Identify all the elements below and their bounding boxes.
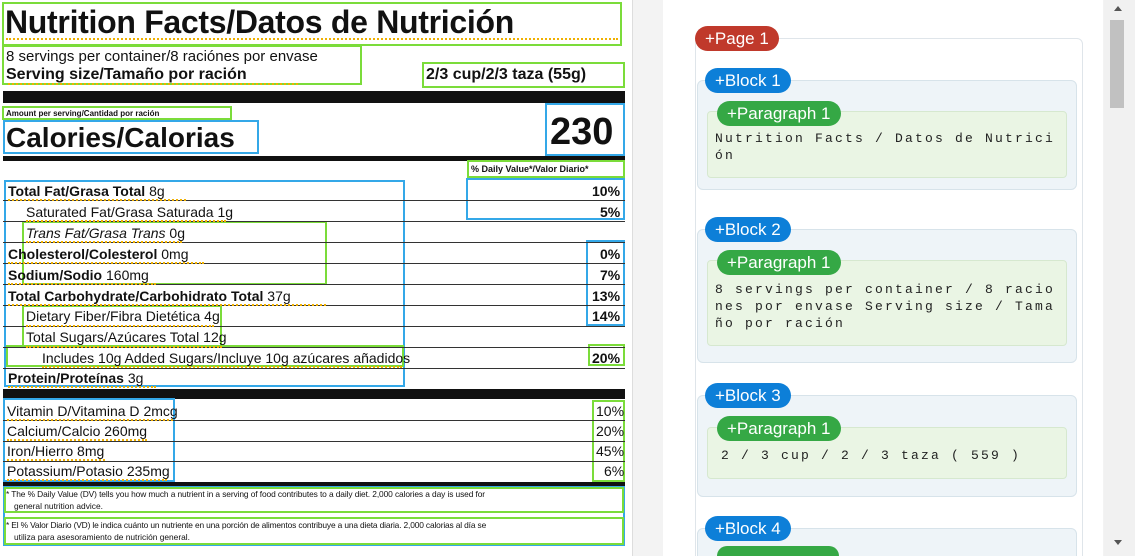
vitamin-amount: 235mg [126, 463, 170, 479]
nutrient-row: Includes 10g Added Sugars/Incluye 10g az… [42, 351, 410, 365]
nutrient-name: Saturated Fat/Grasa Saturada [26, 204, 214, 220]
nutrient-amount: 0mg [161, 246, 189, 262]
nutrient-name: Includes 10g Added Sugars/Incluye 10g az… [42, 350, 411, 366]
nutrient-row: Sodium/Sodio 160mg [8, 268, 149, 282]
scrollbar[interactable] [1104, 0, 1135, 556]
vitamin-name: Calcium/Calcio [7, 423, 101, 439]
nutrient-row: Total Carbohydrate/Carbohidrato Total 37… [8, 289, 291, 303]
block-box[interactable] [545, 103, 625, 156]
paragraph-box[interactable] [2, 106, 232, 120]
nutrient-amount: 12g [203, 329, 227, 345]
nutrient-dv: 7% [600, 267, 621, 283]
ocr-results-panel[interactable]: +Page 1 +Block 1 +Paragraph 1 Nutrition … [663, 0, 1103, 556]
nutrient-row: Dietary Fiber/Fibra Dietética 4g [26, 309, 220, 323]
vitamin-amount: 260mg [104, 423, 148, 439]
vitamin-amount: 2mcg [143, 403, 178, 419]
scroll-down-arrow-icon[interactable] [1114, 540, 1122, 545]
nutrient-name: Sodium/Sodio [8, 267, 103, 283]
word-underline [8, 386, 156, 388]
row-divider [3, 461, 625, 462]
nutrient-row: Cholesterol/Colesterol 0mg [8, 247, 189, 261]
word-underline [26, 346, 222, 348]
vitamin-amount: 8mg [77, 443, 105, 459]
nutrient-name: Total Fat/Grasa Total [8, 183, 146, 199]
nutrient-dv: 20% [592, 350, 621, 366]
word-underline [7, 419, 173, 421]
nutrient-amount: 0g [169, 225, 185, 241]
word-underline [26, 241, 182, 243]
nutrient-name: Trans Fat/Grasa Trans [26, 225, 166, 241]
word-underline [7, 459, 105, 461]
nutrient-name: Total Carbohydrate/Carbohidrato Total [8, 288, 264, 304]
paragraph-box[interactable] [467, 160, 625, 178]
word-underline [7, 439, 147, 441]
block-box[interactable] [3, 120, 259, 154]
scroll-thumb[interactable] [1110, 20, 1124, 108]
word-underline [26, 220, 226, 222]
word-underline [8, 83, 298, 85]
row-divider [3, 368, 625, 369]
vitamin-row: Vitamin D/Vitamina D 2mcg [7, 404, 178, 418]
vitamin-name: Iron/Hierro [7, 443, 74, 459]
nutrient-row: Trans Fat/Grasa Trans 0g [26, 226, 185, 240]
word-underline [6, 38, 618, 40]
vitamin-name: Vitamin D/Vitamina D [7, 403, 140, 419]
page-toggle-button[interactable]: +Page 1 [695, 26, 779, 51]
nutrient-dv: 10% [592, 183, 621, 199]
row-divider [3, 441, 625, 442]
scroll-up-arrow-icon[interactable] [1114, 6, 1122, 11]
nutrient-name: Cholesterol/Colesterol [8, 246, 158, 262]
paragraph-text: 8 servings per container / 8 raciones po… [715, 282, 1056, 331]
vitamin-row: Iron/Hierro 8mg [7, 444, 104, 458]
paragraph-text: Nutrition Facts / Datos de Nutrición [715, 131, 1056, 163]
thick-divider [3, 91, 625, 103]
vitamin-dv: 20% [596, 423, 625, 439]
word-underline [8, 262, 204, 264]
nutrient-row: Protein/Proteínas 3g [8, 371, 143, 385]
paragraph-box[interactable] [4, 487, 624, 513]
block-toggle-button[interactable]: +Block 3 [705, 383, 791, 408]
nutrient-dv: 0% [600, 246, 621, 262]
nutrient-amount: 37g [267, 288, 291, 304]
vitamin-row: Calcium/Calcio 260mg [7, 424, 147, 438]
nutrient-dv: 13% [592, 288, 621, 304]
paragraph-box[interactable] [4, 517, 624, 545]
block-toggle-button[interactable]: +Block 2 [705, 217, 791, 242]
nutrient-row: Total Fat/Grasa Total 8g [8, 184, 165, 198]
document-view[interactable]: Nutrition Facts/Datos de Nutrición 8 ser… [0, 0, 633, 556]
nutrient-name: Total Sugars/Azúcares Total [26, 329, 200, 345]
word-underline [42, 366, 402, 368]
block-toggle-button[interactable]: +Block 4 [705, 516, 791, 541]
nutrient-amount: 3g [127, 370, 144, 386]
nutrient-dv: 5% [600, 204, 621, 220]
word-underline [26, 325, 214, 327]
word-underline [8, 199, 186, 201]
nutrient-name: Protein/Proteínas [8, 370, 124, 386]
nutrient-amount: 160mg [106, 267, 149, 283]
paragraph-box[interactable] [2, 45, 362, 85]
vitamin-dv: 45% [596, 443, 625, 459]
paragraph-box[interactable] [422, 62, 625, 88]
paragraph-text: 2 / 3 cup / 2 / 3 taza ( 559 ) [721, 448, 1022, 463]
word-underline [7, 479, 167, 481]
vitamin-row: Potassium/Potasio 235mg [7, 464, 170, 478]
paragraph-toggle-button[interactable]: +Paragraph 1 [717, 250, 841, 275]
nutrient-dv: 14% [592, 308, 621, 324]
ocr-viewer: Nutrition Facts/Datos de Nutrición 8 ser… [0, 0, 1135, 556]
block-toggle-button[interactable]: +Block 1 [705, 68, 791, 93]
nutrient-name: Dietary Fiber/Fibra Dietética [26, 308, 201, 324]
word-underline [8, 283, 156, 285]
nutrient-amount: 1g [217, 204, 234, 220]
word-underline [8, 304, 326, 306]
vitamin-name: Potassium/Potasio [7, 463, 123, 479]
paragraph-toggle-button[interactable]: +Paragraph 1 [717, 101, 841, 126]
paragraph-toggle-button[interactable] [717, 546, 839, 556]
nutrient-row: Saturated Fat/Grasa Saturada 1g [26, 205, 233, 219]
vitamin-dv: 6% [604, 463, 625, 479]
vitamin-dv: 10% [596, 403, 625, 419]
nutrient-row: Total Sugars/Azúcares Total 12g [26, 330, 227, 344]
nutrient-amount: 4g [204, 308, 220, 324]
nutrient-amount: 8g [149, 183, 165, 199]
paragraph-toggle-button[interactable]: +Paragraph 1 [717, 416, 841, 441]
